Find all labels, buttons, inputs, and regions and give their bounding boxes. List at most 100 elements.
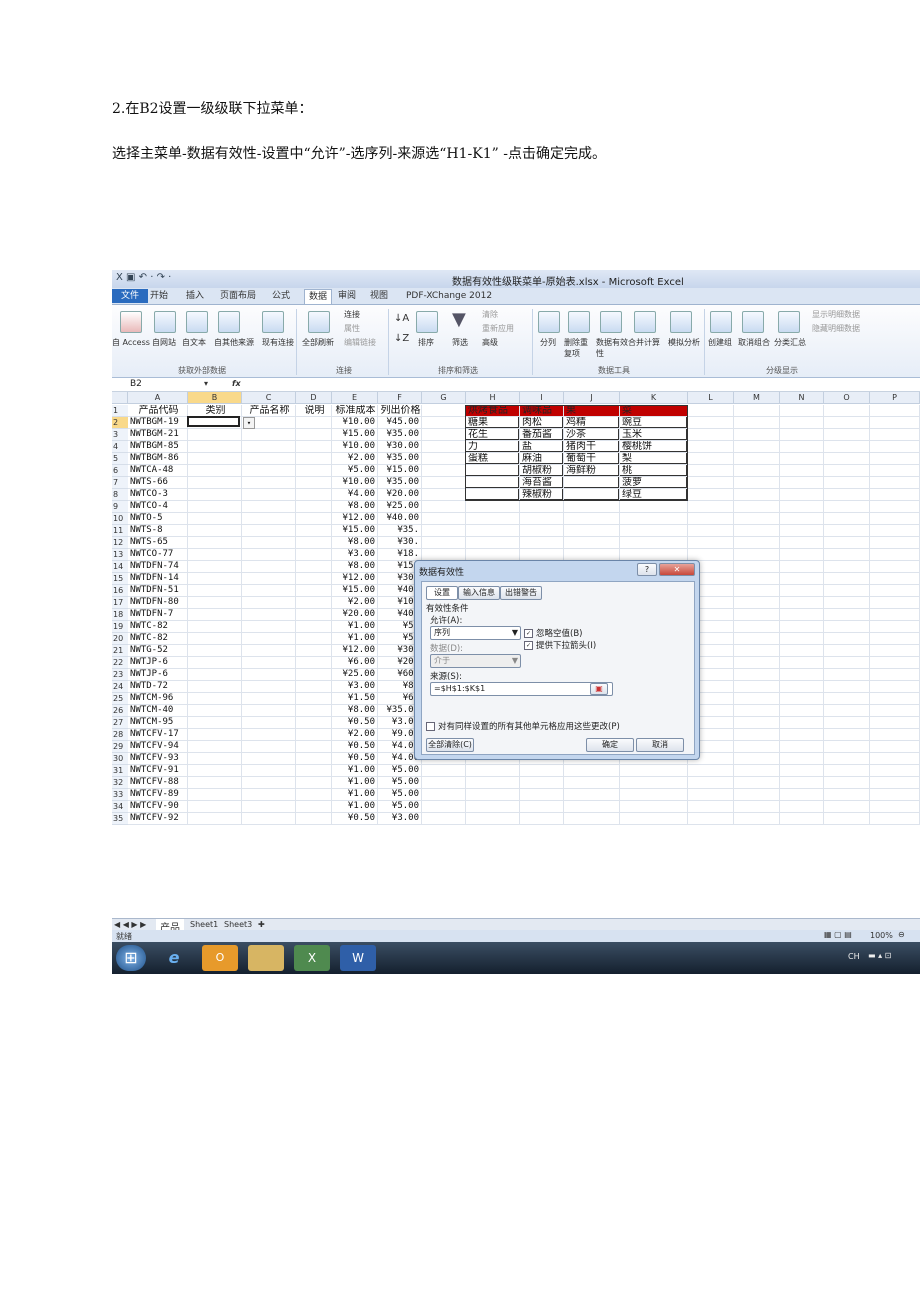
btn-properties[interactable]: 属性 — [344, 323, 360, 334]
file-explorer-icon[interactable] — [248, 945, 284, 971]
subtotal-icon[interactable] — [778, 311, 800, 333]
word-taskbar-icon[interactable]: W — [340, 945, 376, 971]
row-header[interactable]: 7 — [112, 477, 128, 489]
row-header[interactable]: 30 — [112, 753, 128, 765]
row-header[interactable]: 5 — [112, 453, 128, 465]
row-header[interactable]: 34 — [112, 801, 128, 813]
tab-7[interactable]: 视图 — [366, 289, 392, 303]
selected-cell-B2[interactable] — [187, 416, 240, 427]
row-header[interactable]: 19 — [112, 621, 128, 633]
tab-settings[interactable]: 设置 — [426, 586, 458, 600]
tab-input-message[interactable]: 输入信息 — [458, 586, 500, 600]
btn-hide-detail[interactable]: 隐藏明细数据 — [812, 323, 860, 334]
access-icon[interactable] — [120, 311, 142, 333]
web-icon[interactable] — [154, 311, 176, 333]
row-header[interactable]: 32 — [112, 777, 128, 789]
row-header[interactable]: 10 — [112, 513, 128, 525]
select-all-corner[interactable] — [112, 392, 128, 404]
row-header[interactable]: 29 — [112, 741, 128, 753]
remove-duplicates-icon[interactable] — [568, 311, 590, 333]
source-input[interactable]: =$H$1:$K$1 — [430, 682, 613, 696]
sort-desc-icon[interactable]: ↓Z — [394, 333, 409, 344]
name-box-dropdown-icon[interactable]: ▾ — [204, 379, 208, 388]
ignore-blank-checkbox[interactable]: ✓ 忽略空值(B) — [524, 627, 582, 639]
row-header[interactable]: 1 — [112, 405, 128, 417]
btn-reapply[interactable]: 重新应用 — [482, 323, 514, 334]
btn-from-access[interactable]: 自 Access — [112, 337, 150, 348]
row-header[interactable]: 13 — [112, 549, 128, 561]
clear-all-button[interactable]: 全部清除(C) — [426, 738, 474, 752]
column-header-F[interactable]: F — [378, 392, 422, 404]
row-header[interactable]: 20 — [112, 633, 128, 645]
refresh-all-icon[interactable] — [308, 311, 330, 333]
btn-subtotal[interactable]: 分类汇总 — [774, 337, 806, 348]
btn-refresh-all[interactable]: 全部刷新 — [302, 337, 334, 348]
row-header[interactable]: 15 — [112, 573, 128, 585]
data-validation-icon[interactable] — [600, 311, 622, 333]
tray-language[interactable]: CH — [848, 952, 860, 961]
row-header[interactable]: 31 — [112, 765, 128, 777]
row-header[interactable]: 16 — [112, 585, 128, 597]
sheet-tab-sheet3[interactable]: Sheet3 — [224, 920, 252, 929]
ungroup-icon[interactable] — [742, 311, 764, 333]
column-header-A[interactable]: A — [128, 392, 188, 404]
sort-icon[interactable] — [416, 311, 438, 333]
btn-from-web[interactable]: 自网站 — [152, 337, 176, 348]
btn-other-sources[interactable]: 自其他来源 — [214, 337, 254, 348]
column-header-O[interactable]: O — [824, 392, 870, 404]
row-header[interactable]: 25 — [112, 693, 128, 705]
column-header-H[interactable]: H — [466, 392, 520, 404]
tab-0[interactable]: 文件 — [112, 289, 148, 303]
close-button[interactable]: ✕ — [659, 563, 695, 576]
row-header[interactable]: 3 — [112, 429, 128, 441]
column-header-N[interactable]: N — [780, 392, 824, 404]
row-header[interactable]: 18 — [112, 609, 128, 621]
tab-4[interactable]: 公式 — [268, 289, 294, 303]
new-sheet-icon[interactable]: ✚ — [258, 920, 265, 929]
allow-select[interactable]: 序列 ▼ — [430, 626, 521, 640]
row-header[interactable]: 14 — [112, 561, 128, 573]
excel-taskbar-icon[interactable]: X — [294, 945, 330, 971]
sort-asc-icon[interactable]: ↓A — [394, 313, 409, 324]
help-button[interactable]: ? — [637, 563, 657, 576]
tab-5[interactable]: 数据 — [304, 289, 333, 304]
btn-from-text[interactable]: 自文本 — [182, 337, 206, 348]
row-header[interactable]: 4 — [112, 441, 128, 453]
tab-error-alert[interactable]: 出错警告 — [500, 586, 542, 600]
btn-connections[interactable]: 连接 — [344, 309, 360, 320]
start-button-icon[interactable]: ⊞ — [116, 945, 146, 971]
other-sources-icon[interactable] — [218, 311, 240, 333]
row-header[interactable]: 26 — [112, 705, 128, 717]
row-header[interactable]: 35 — [112, 813, 128, 825]
column-header-B[interactable]: B — [188, 392, 242, 404]
row-header[interactable]: 6 — [112, 465, 128, 477]
row-header[interactable]: 12 — [112, 537, 128, 549]
btn-consolidate[interactable]: 合并计算 — [628, 337, 660, 348]
in-cell-dropdown-checkbox[interactable]: ✓ 提供下拉箭头(I) — [524, 639, 596, 651]
btn-existing-connections[interactable]: 现有连接 — [262, 337, 294, 348]
column-header-M[interactable]: M — [734, 392, 780, 404]
quick-access-toolbar[interactable]: X ▣ ↶ · ↷ · — [116, 272, 171, 283]
filter-icon[interactable]: ▼ — [452, 309, 466, 330]
row-header[interactable]: 22 — [112, 657, 128, 669]
row-header[interactable]: 28 — [112, 729, 128, 741]
btn-edit-links[interactable]: 编辑链接 — [344, 337, 376, 348]
row-header[interactable]: 21 — [112, 645, 128, 657]
column-header-D[interactable]: D — [296, 392, 332, 404]
tray-icons[interactable]: ▬ ▴ ⊡ — [868, 951, 891, 960]
column-header-G[interactable]: G — [422, 392, 466, 404]
btn-group[interactable]: 创建组 — [708, 337, 732, 348]
column-header-I[interactable]: I — [520, 392, 564, 404]
btn-show-detail[interactable]: 显示明细数据 — [812, 309, 860, 320]
row-header[interactable]: 27 — [112, 717, 128, 729]
internet-explorer-icon[interactable]: e — [156, 945, 192, 971]
column-header-P[interactable]: P — [870, 392, 920, 404]
text-to-columns-icon[interactable] — [538, 311, 560, 333]
row-header[interactable]: 9 — [112, 501, 128, 513]
group-icon[interactable] — [710, 311, 732, 333]
column-header-L[interactable]: L — [688, 392, 734, 404]
tab-2[interactable]: 插入 — [182, 289, 208, 303]
btn-remove-duplicates[interactable]: 删除重复项 — [564, 337, 592, 359]
btn-advanced[interactable]: 高级 — [482, 337, 498, 348]
consolidate-icon[interactable] — [634, 311, 656, 333]
